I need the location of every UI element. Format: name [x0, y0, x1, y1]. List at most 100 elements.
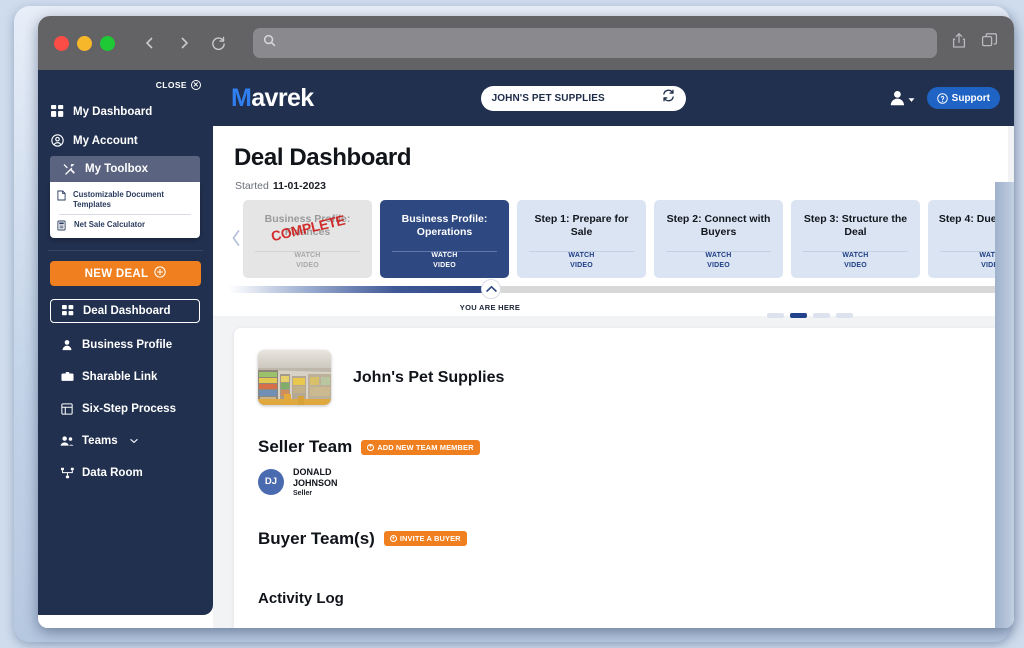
support-button[interactable]: Support	[926, 87, 1000, 109]
add-new-team-member-button[interactable]: + ADD NEW TEAM MEMBER	[361, 439, 480, 455]
step-card-business-profile-operations[interactable]: Business Profile: Operations WATCH VIDEO	[380, 200, 509, 278]
step-card-step-2[interactable]: Step 2: Connect with Buyers WATCH VIDEO	[654, 200, 783, 278]
deal-selector[interactable]: JOHN'S PET SUPPLIES	[480, 85, 686, 111]
step-card-business-profile-finances[interactable]: Business Profile: Finances COMPLETE WATC…	[243, 200, 372, 278]
topbar-actions: Support	[889, 87, 1000, 109]
step-card-step-3[interactable]: Step 3: Structure the Deal WATCH VIDEO	[791, 200, 920, 278]
support-label: Support	[951, 92, 990, 104]
minimize-window-button[interactable]	[77, 35, 92, 51]
watch-video-line2: VIDEO	[844, 261, 867, 269]
sidebar-item-sharable-link[interactable]: Sharable Link	[38, 363, 213, 390]
sidebar-item-my-toolbox[interactable]: My Toolbox	[50, 156, 200, 182]
plus-circle-icon: +	[367, 443, 375, 451]
sidebar-close-button[interactable]: CLOSE ✕	[38, 76, 213, 98]
content-area: Mavrek JOHN'S PET SUPPLIES Support Deal …	[213, 70, 1014, 628]
deal-selector-value: JOHN'S PET SUPPLIES	[491, 92, 605, 104]
you-are-here-marker	[481, 279, 501, 299]
link-card-icon	[60, 371, 74, 383]
step-card-title: Step 1: Prepare for Sale	[534, 213, 629, 239]
submenu-item-label: Net Sale Calculator	[74, 220, 146, 230]
sidebar: CLOSE ✕ My Dashboard My Account My Toolb…	[38, 70, 213, 615]
device-frame: CLOSE ✕ My Dashboard My Account My Toolb…	[14, 6, 1014, 642]
app-logo[interactable]: Mavrek	[231, 84, 314, 113]
tabs-icon[interactable]	[981, 32, 998, 54]
search-icon	[263, 34, 276, 52]
watch-video-link[interactable]: WATCH VIDEO	[654, 251, 783, 270]
watch-video-link[interactable]: WATCH VIDEO	[243, 251, 372, 270]
pagination-bar[interactable]	[767, 313, 784, 318]
invite-a-buyer-button[interactable]: + INVITE A BUYER	[383, 531, 467, 546]
sidebar-item-label: Deal Dashboard	[83, 305, 171, 318]
maximize-window-button[interactable]	[100, 35, 115, 51]
sitemap-icon	[60, 467, 74, 479]
pagination-bar-active[interactable]	[790, 313, 807, 318]
sidebar-item-business-profile[interactable]: Business Profile	[38, 331, 213, 358]
watch-video-line1: WATCH	[842, 252, 869, 260]
seller-team-heading: Seller Team	[258, 437, 353, 456]
switch-deal-icon[interactable]	[662, 89, 675, 107]
question-circle-icon	[936, 92, 948, 104]
plus-circle-icon	[154, 266, 167, 281]
submenu-item-label: Customizable Document Templates	[72, 190, 164, 209]
browser-chrome	[38, 16, 1014, 70]
invite-buyer-label: INVITE A BUYER	[399, 534, 461, 543]
progress-section: YOU ARE HERE	[229, 279, 1008, 318]
table-icon	[60, 403, 74, 415]
back-icon[interactable]	[137, 30, 163, 56]
avatar: DJ	[258, 468, 284, 495]
forward-icon[interactable]	[171, 30, 197, 56]
new-deal-button[interactable]: NEW DEAL	[50, 261, 201, 287]
sidebar-item-label: Sharable Link	[82, 370, 158, 383]
steps-carousel: Business Profile: Finances COMPLETE WATC…	[229, 200, 1014, 278]
chevron-down-icon[interactable]	[129, 438, 138, 444]
carousel-pagination[interactable]	[767, 313, 853, 318]
member-role: Seller	[293, 489, 313, 497]
sidebar-item-label: My Dashboard	[73, 105, 153, 118]
share-icon[interactable]	[951, 32, 967, 54]
sidebar-item-data-room[interactable]: Data Room	[38, 459, 213, 486]
sidebar-item-six-step-process[interactable]: Six-Step Process	[38, 395, 213, 422]
watch-video-link[interactable]: WATCH VIDEO	[380, 251, 509, 270]
buyer-teams-heading: Buyer Team(s)	[258, 528, 375, 548]
page-scrollbar[interactable]	[995, 182, 1014, 628]
watch-video-link[interactable]: WATCH VIDEO	[791, 251, 920, 270]
page-header-card: Deal Dashboard Started 11-01-2023 Busines…	[213, 126, 1014, 318]
watch-video-line1: WATCH	[431, 252, 458, 260]
step-card-title: Step 2: Connect with Buyers	[666, 213, 771, 239]
deal-detail-card: John's Pet Supplies Seller Team + ADD NE…	[234, 328, 1008, 628]
carousel-prev-icon[interactable]	[229, 226, 243, 250]
sidebar-item-label: Six-Step Process	[82, 402, 176, 415]
step-card-step-1[interactable]: Step 1: Prepare for Sale WATCH VIDEO	[517, 200, 646, 278]
sidebar-item-my-account[interactable]: My Account	[38, 127, 213, 154]
carousel-cards[interactable]: Business Profile: Finances COMPLETE WATC…	[243, 200, 1014, 278]
member-info: DONALD JOHNSON Seller	[293, 467, 338, 497]
started-date-row: Started 11-01-2023	[235, 180, 326, 192]
close-window-button[interactable]	[54, 35, 69, 51]
pagination-bar[interactable]	[813, 313, 830, 318]
submenu-item-net-sale-calculator[interactable]: Net Sale Calculator	[50, 216, 200, 235]
team-member-row[interactable]: DJ DONALD JOHNSON Seller	[258, 467, 984, 497]
watch-video-line2: VIDEO	[570, 261, 593, 269]
pagination-bar[interactable]	[836, 313, 853, 318]
watch-video-line2: VIDEO	[296, 261, 319, 269]
sidebar-item-label: Business Profile	[82, 338, 173, 351]
sidebar-item-deal-dashboard[interactable]: Deal Dashboard	[50, 299, 200, 324]
sidebar-item-label: My Account	[73, 134, 138, 147]
submenu-item-document-templates[interactable]: Customizable Document Templates	[50, 186, 200, 213]
address-bar[interactable]	[253, 28, 937, 58]
sidebar-item-label: Data Room	[82, 466, 143, 479]
watch-video-link[interactable]: WATCH VIDEO	[517, 251, 646, 270]
page-body: Deal Dashboard Started 11-01-2023 Busines…	[213, 126, 1014, 628]
sidebar-close-label: CLOSE	[155, 80, 187, 90]
grid-icon	[60, 305, 75, 317]
account-dropdown-icon[interactable]	[889, 89, 915, 107]
step-card-title: Business Profile: Operations	[401, 213, 488, 239]
buyer-teams-header: Buyer Team(s) + INVITE A BUYER	[258, 529, 984, 549]
submenu-divider	[59, 214, 191, 216]
people-icon	[60, 435, 74, 447]
reload-icon[interactable]	[205, 30, 231, 56]
grid-icon	[50, 105, 65, 118]
sidebar-item-label: Teams	[82, 434, 118, 447]
sidebar-item-my-dashboard[interactable]: My Dashboard	[38, 98, 213, 125]
sidebar-item-teams[interactable]: Teams	[38, 427, 213, 454]
